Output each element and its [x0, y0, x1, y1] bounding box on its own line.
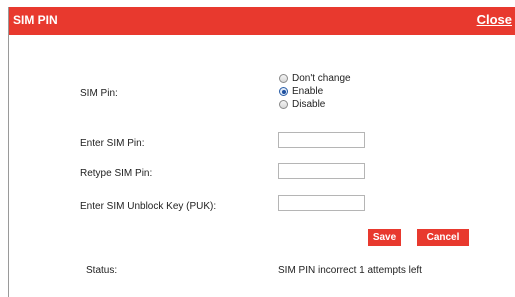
enter-sim-pin-label: Enter SIM Pin: [80, 138, 145, 149]
status-value: SIM PIN incorrect 1 attempts left [278, 265, 422, 276]
sim-pin-label: SIM Pin: [80, 88, 118, 99]
puk-input[interactable] [278, 195, 365, 211]
save-button[interactable]: Save [368, 229, 401, 246]
sim-pin-dialog: SIM PIN Close SIM Pin: Don't change Enab… [8, 7, 515, 297]
radio-label-disable: Disable [292, 99, 326, 110]
radio-label-enable: Enable [292, 86, 324, 97]
radio-dont-change[interactable] [279, 74, 288, 83]
radio-option-dont-change[interactable]: Don't change [279, 72, 351, 85]
radio-option-enable[interactable]: Enable [279, 85, 351, 98]
radio-label-dont-change: Don't change [292, 73, 351, 84]
retype-sim-pin-label: Retype SIM Pin: [80, 168, 153, 179]
retype-sim-pin-input[interactable] [278, 163, 365, 179]
radio-disable[interactable] [279, 100, 288, 109]
radio-option-disable[interactable]: Disable [279, 98, 351, 111]
sim-pin-radio-group: Don't change Enable Disable [279, 72, 351, 111]
radio-enable[interactable] [279, 87, 288, 96]
dialog-titlebar: SIM PIN Close [9, 7, 515, 35]
dialog-title: SIM PIN [13, 13, 58, 27]
puk-label: Enter SIM Unblock Key (PUK): [80, 201, 217, 212]
enter-sim-pin-input[interactable] [278, 132, 365, 148]
close-link[interactable]: Close [477, 12, 512, 27]
cancel-button[interactable]: Cancel [417, 229, 469, 246]
status-label: Status: [86, 265, 118, 276]
